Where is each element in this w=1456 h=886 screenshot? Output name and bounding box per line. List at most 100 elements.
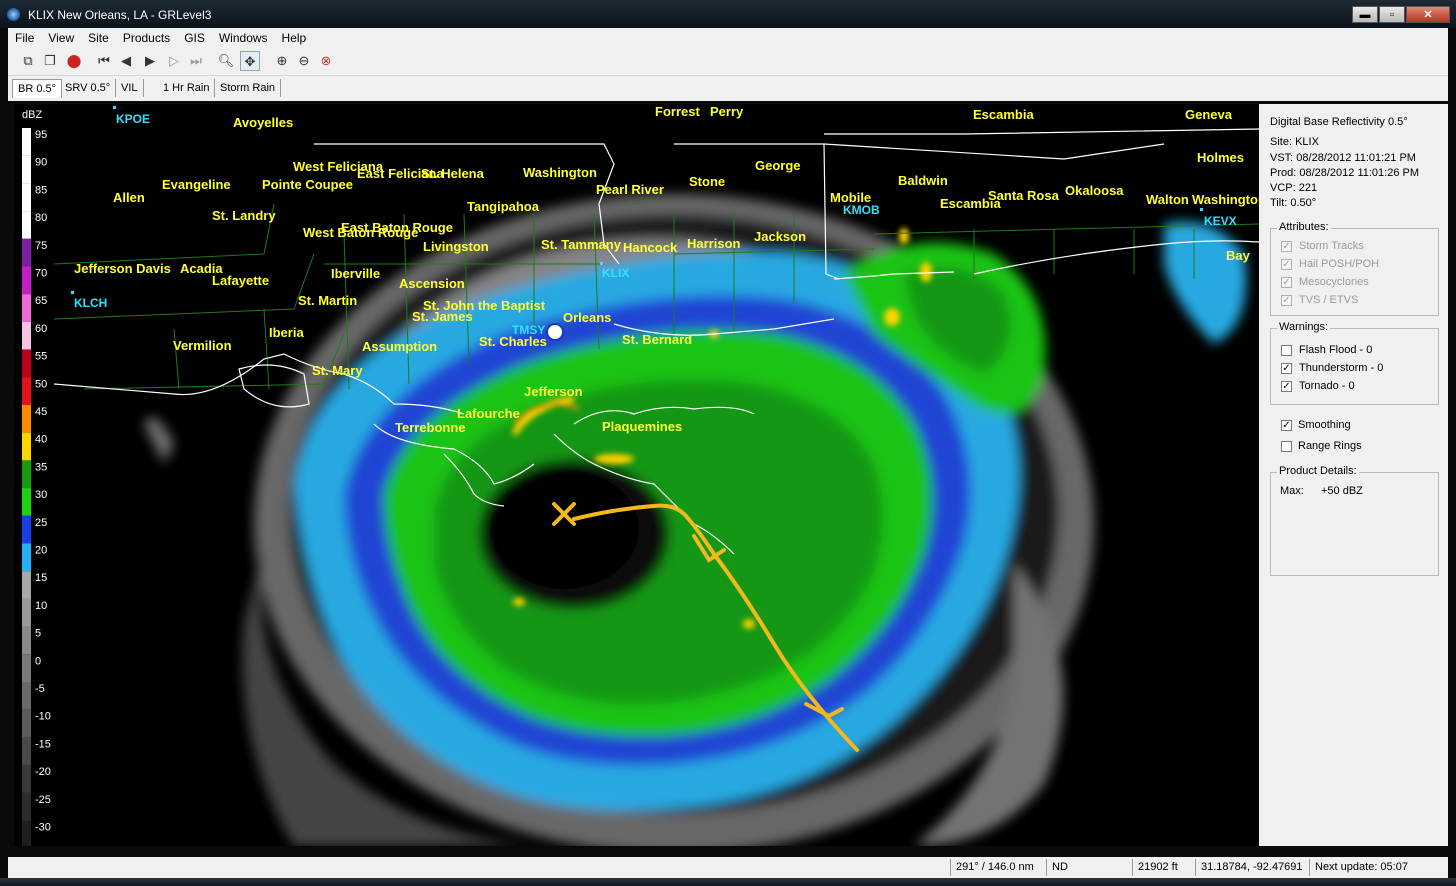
scale-block	[22, 820, 31, 849]
scale-block	[22, 682, 31, 710]
app-icon	[7, 8, 20, 21]
scale-block	[22, 515, 31, 544]
color-scale: dBZ 95 90 85 80 75 70 65 60 55 50 45 40 …	[22, 109, 51, 849]
scale-tick: 85	[35, 184, 47, 196]
zoom-out-icon[interactable]: ⊖	[294, 51, 314, 71]
tornado-checkbox[interactable]: ✓	[1281, 381, 1292, 392]
product-prod: Prod: 08/28/2012 11:01:26 PM	[1270, 167, 1420, 179]
station-label: KLIX	[602, 266, 629, 280]
paste-icon[interactable]: ❐	[40, 51, 60, 71]
radar-map[interactable]: dBZ 95 90 85 80 75 70 65 60 55 50 45 40 …	[14, 104, 1266, 854]
tab-vil[interactable]: VIL	[116, 79, 144, 97]
place-label: Vermilion	[173, 338, 232, 353]
tab-srv[interactable]: SRV 0.5°	[60, 79, 117, 97]
smoothing-checkbox[interactable]: ✓	[1281, 420, 1292, 431]
scale-tick: 95	[35, 129, 47, 141]
record-icon[interactable]: ⬤	[64, 51, 84, 71]
station-dot	[1200, 208, 1203, 211]
scale-tick: 0	[35, 655, 41, 667]
info-panel: Digital Base Reflectivity 0.5° Site: KLI…	[1259, 104, 1448, 846]
scale-block	[22, 709, 31, 738]
menu-view[interactable]: View	[41, 31, 81, 45]
pan-icon[interactable]: ✥	[240, 51, 260, 71]
copy-icon[interactable]: ⧉	[18, 51, 38, 71]
close-button[interactable]: ✕	[1406, 6, 1450, 23]
mesocyclones-checkbox[interactable]: ✓	[1281, 277, 1292, 288]
next-frame-icon[interactable]: ▷	[164, 51, 184, 71]
first-frame-icon[interactable]: ⏮	[94, 51, 114, 71]
scale-tick: 35	[35, 461, 47, 473]
scale-block	[22, 349, 31, 378]
place-label: Jefferson	[524, 384, 583, 399]
prev-frame-icon[interactable]: ◀	[116, 51, 136, 71]
menu-help[interactable]: Help	[275, 31, 314, 45]
tvs-checkbox[interactable]: ✓	[1281, 295, 1292, 306]
warnings-legend: Warnings:	[1277, 321, 1331, 333]
menu-bar: File View Site Products GIS Windows Help	[8, 28, 1448, 47]
max-value: +50 dBZ	[1321, 485, 1363, 497]
place-label: Santa Rosa	[988, 188, 1060, 203]
warnings-group: Warnings: Flash Flood - 0 ✓ Thunderstorm…	[1270, 321, 1439, 405]
place-label: Okaloosa	[1065, 183, 1124, 198]
place-label: Evangeline	[162, 177, 231, 192]
scale-block	[22, 321, 31, 350]
menu-gis[interactable]: GIS	[177, 31, 212, 45]
status-next-update: Next update: 05:07	[1309, 859, 1444, 876]
tab-storm-rain[interactable]: Storm Rain	[215, 79, 282, 97]
last-frame-icon[interactable]: ⏭	[186, 51, 206, 71]
place-label: Livingston	[423, 239, 489, 254]
station-label: KLCH	[74, 296, 107, 310]
scale-block	[22, 294, 31, 322]
place-label: Tangipahoa	[467, 199, 540, 214]
scale-block	[22, 737, 31, 766]
range-rings-checkbox[interactable]	[1281, 441, 1292, 452]
place-label: Assumption	[362, 339, 437, 354]
minimize-button[interactable]: ▬	[1352, 6, 1378, 23]
storm-tracks-checkbox[interactable]: ✓	[1281, 241, 1292, 252]
scale-tick: 55	[35, 351, 47, 363]
status-bar: 291° / 146.0 nm ND 21902 ft 31.18784, -9…	[8, 857, 1448, 878]
scale-block	[22, 598, 31, 627]
attributes-group: Attributes: ✓ Storm Tracks ✓ Hail POSH/P…	[1270, 221, 1439, 316]
product-tabs: BR 0.5° SRV 0.5° VIL 1 Hr Rain Storm Rai…	[8, 76, 1448, 101]
menu-products[interactable]: Products	[116, 31, 177, 45]
zoom-reset-icon[interactable]: ⊗	[316, 51, 336, 71]
place-label: St. Bernard	[622, 332, 692, 347]
scale-block	[22, 432, 31, 461]
tornado-label: Tornado - 0	[1299, 380, 1355, 392]
scale-block	[22, 571, 31, 599]
place-label: Terrebonne	[395, 420, 466, 435]
play-icon[interactable]: ▶	[140, 51, 160, 71]
place-label: Orleans	[563, 310, 611, 325]
scale-tick: 15	[35, 572, 47, 584]
reflectivity-echoes	[144, 194, 1246, 854]
scale-block	[22, 765, 31, 793]
place-label: St. Mary	[312, 363, 363, 378]
flash-flood-checkbox[interactable]	[1281, 345, 1292, 356]
place-label: Stone	[689, 174, 725, 189]
place-label: Iberia	[269, 325, 304, 340]
tab-1hr-rain[interactable]: 1 Hr Rain	[158, 79, 216, 97]
place-label: Pearl River	[596, 182, 664, 197]
menu-site[interactable]: Site	[81, 31, 116, 45]
zoom-in-icon[interactable]: ⊕	[272, 51, 292, 71]
range-rings-label: Range Rings	[1298, 440, 1362, 452]
thunderstorm-checkbox[interactable]: ✓	[1281, 363, 1292, 374]
tab-br[interactable]: BR 0.5°	[12, 79, 63, 98]
scale-tick: 40	[35, 434, 47, 446]
place-label: St. Landry	[212, 208, 276, 223]
place-label: Avoyelles	[233, 115, 293, 130]
place-label: Holmes	[1197, 150, 1244, 165]
menu-file[interactable]: File	[8, 31, 41, 45]
scale-tick: -5	[35, 683, 45, 695]
smoothing-label: Smoothing	[1298, 419, 1351, 431]
scale-tick: 30	[35, 489, 47, 501]
scale-tick: 25	[35, 517, 47, 529]
place-label: Jackson	[754, 229, 806, 244]
scale-tick: 80	[35, 212, 47, 224]
maximize-button[interactable]: ▫	[1379, 6, 1405, 23]
hail-checkbox[interactable]: ✓	[1281, 259, 1292, 270]
menu-windows[interactable]: Windows	[212, 31, 275, 45]
place-label: Perry	[710, 104, 744, 119]
zoom-icon[interactable]: 🔍︎	[216, 51, 236, 71]
